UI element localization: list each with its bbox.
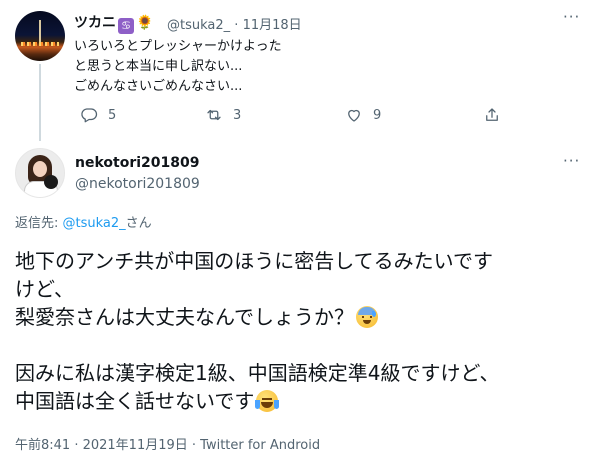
reply-to-suffix: さん — [125, 216, 152, 231]
like-count: 9 — [373, 107, 382, 123]
heart-icon — [348, 109, 360, 122]
main-tweet-text: 地下のアンチ共が中国のほうに密告してるみたいです けど、 梨愛奈さんは大丈夫なん… — [15, 247, 499, 415]
reply-to-handle-link[interactable]: @tsuka2_ — [63, 216, 126, 231]
tweet-timestamp-source[interactable]: 午前8:41 · 2021年11月19日 · Twitter for Andro… — [15, 434, 320, 453]
parent-text-line: と思うと本当に申し訳ない... — [74, 59, 243, 74]
main-text-blank-line — [15, 331, 499, 359]
parent-display-name: ツカニ — [74, 15, 116, 31]
parent-date[interactable]: 11月18日 — [243, 18, 302, 33]
parent-text-line: いろいろとプレッシャーかけよった — [74, 39, 282, 54]
main-more-options-icon[interactable]: ··· — [563, 152, 580, 170]
parent-meta: @tsuka2_ · 11月18日 — [167, 14, 302, 33]
parent-handle[interactable]: @tsuka2_ — [167, 18, 230, 33]
reply-to-prefix: 返信先: — [15, 216, 63, 231]
cancer-zodiac-icon: ♋ — [118, 18, 134, 34]
thread-connector-line — [39, 64, 41, 141]
avatar-tower-shape — [39, 20, 41, 42]
share-button[interactable] — [483, 106, 501, 124]
parent-text-line: ごめんなさいごめんなさい... — [74, 79, 243, 94]
reply-button[interactable]: 5 — [80, 106, 116, 124]
avatar-city-lights — [21, 42, 59, 46]
parent-tweet-text: いろいろとプレッシャーかけよった と思うと本当に申し訳ない... ごめんなさいご… — [74, 37, 282, 97]
main-text-line-with-emoji: 中国語は全く話せないです — [15, 387, 499, 415]
like-button[interactable]: 9 — [345, 106, 381, 124]
avatar-nekotori[interactable] — [15, 148, 65, 198]
parent-author-name[interactable]: ツカニ ♋ 🌻 — [74, 12, 153, 34]
face-with-tears-of-joy-icon — [255, 390, 280, 412]
reply-count: 5 — [108, 107, 117, 123]
main-display-name[interactable]: nekotori201809 — [75, 155, 199, 171]
reply-to-line: 返信先: @tsuka2_さん — [15, 212, 152, 231]
retweet-count: 3 — [233, 107, 242, 123]
avatar-tsuka2[interactable] — [15, 11, 65, 61]
main-text-line-with-emoji: 梨愛奈さんは大丈夫なんでしょうか？ — [15, 303, 499, 331]
avatar-sign-shape — [44, 175, 58, 189]
parent-more-options-icon[interactable]: ··· — [563, 8, 580, 26]
meta-separator: · — [234, 18, 239, 33]
share-icon — [486, 108, 498, 121]
main-text-segment: 梨愛奈さんは大丈夫なんでしょうか？ — [15, 305, 354, 329]
retweet-icon — [207, 109, 221, 121]
reply-icon — [81, 108, 98, 123]
avatar-face-shape — [33, 161, 47, 177]
main-handle[interactable]: @nekotori201809 — [75, 176, 200, 192]
sunflower-icon: 🌻 — [136, 15, 154, 31]
main-text-segment: 中国語は全く話せないです — [15, 389, 255, 413]
anxious-face-with-sweat-icon — [356, 306, 378, 328]
main-text-line: けど、 — [15, 277, 74, 301]
main-text-line: 因みに私は漢字検定1級、中国語検定準4級ですけど、 — [15, 361, 500, 385]
main-text-line: 地下のアンチ共が中国のほうに密告してるみたいです — [15, 249, 493, 273]
retweet-button[interactable]: 3 — [205, 106, 241, 124]
